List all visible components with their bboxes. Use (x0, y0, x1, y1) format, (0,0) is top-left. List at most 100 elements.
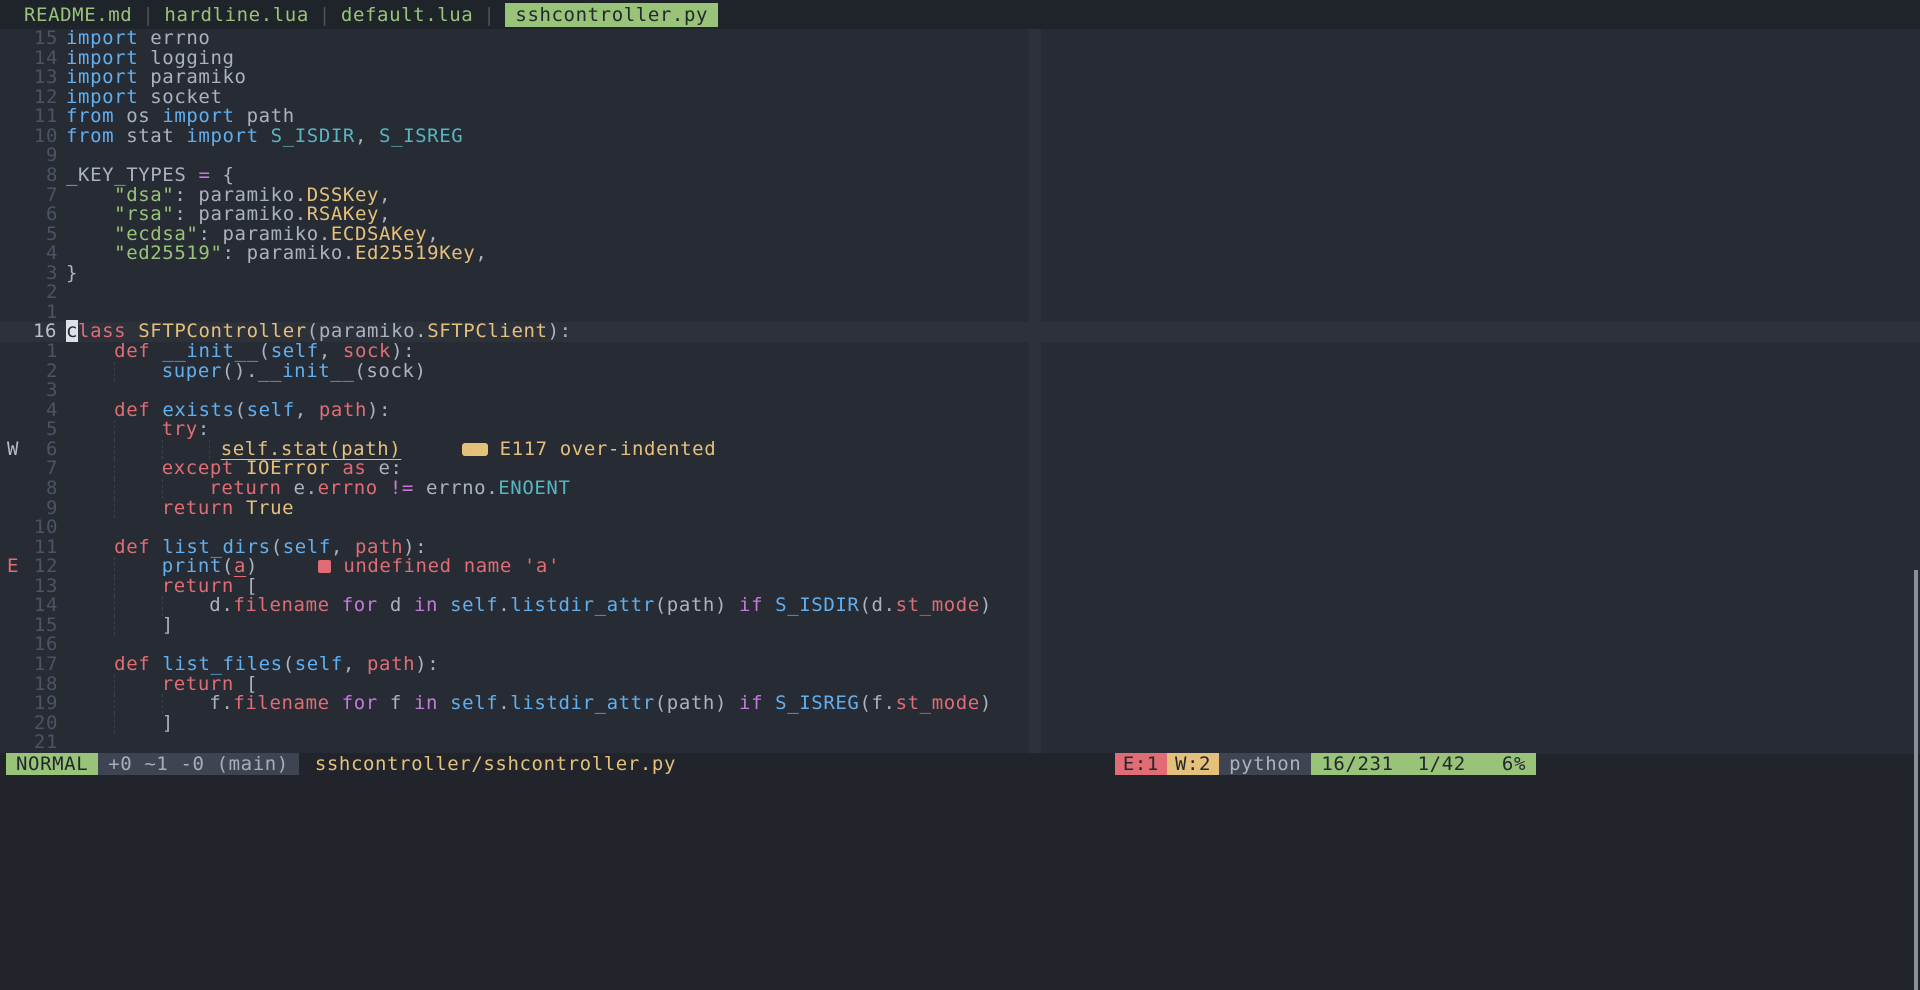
code-token: True (246, 497, 294, 519)
code-token (331, 555, 343, 577)
tabline: README.md|hardline.lua|default.lua|sshco… (0, 0, 1920, 29)
code-line[interactable]: 4 def exists(self, path): (0, 401, 1920, 421)
code-token: self (295, 653, 343, 675)
tab-readme-md[interactable]: README.md (24, 4, 132, 26)
code-token: listdir_attr (510, 692, 654, 714)
code-line[interactable]: 2 (0, 283, 1920, 303)
code-token (330, 692, 342, 714)
filetype-indicator: python (1219, 753, 1311, 775)
statusline-spacer (676, 753, 1115, 775)
command-line-area (0, 775, 1920, 990)
code-token: f (378, 692, 414, 714)
error-count-badge: E:1 (1115, 753, 1167, 775)
code-token (126, 497, 162, 519)
code-token: "ed25519" (114, 242, 222, 264)
code-token: for (342, 692, 378, 714)
code-token (330, 594, 342, 616)
code-token: if (739, 692, 763, 714)
code-token: , (475, 242, 487, 264)
line-number: 6 (33, 205, 58, 225)
code-token: errno (318, 477, 378, 499)
code-area[interactable]: 15import errno14import logging13import p… (0, 29, 1920, 754)
line-number: 10 (33, 518, 58, 538)
code-line[interactable]: 4 "ed25519": paramiko.Ed25519Key, (0, 244, 1920, 264)
code-token (126, 614, 162, 636)
indent-guide (114, 420, 125, 440)
code-token: , (355, 125, 379, 147)
code-token (763, 692, 775, 714)
code-token: if (739, 594, 763, 616)
code-line[interactable]: 19 f.filename for f in self.listdir_attr… (0, 694, 1920, 714)
indent-guide (114, 714, 125, 734)
tab-sshcontroller-py[interactable]: sshcontroller.py (505, 3, 718, 27)
code-token: ): (415, 653, 439, 675)
indent-guide (114, 694, 125, 714)
line-number: 12 (33, 557, 58, 577)
indent-guide (114, 616, 125, 636)
code-token: (). (222, 360, 258, 382)
code-line[interactable]: 21 (0, 733, 1920, 753)
code-token: } (66, 262, 78, 284)
code-line[interactable]: 15 ] (0, 616, 1920, 636)
code-line[interactable]: E12 print(a) undefined name 'a' (0, 557, 1920, 577)
code-line[interactable]: 13import paramiko (0, 68, 1920, 88)
code-token: , (343, 653, 367, 675)
indent-guide (114, 362, 125, 382)
code-token: f. (209, 692, 233, 714)
code-line[interactable]: 14 d.filename for d in self.listdir_attr… (0, 596, 1920, 616)
code-line[interactable]: 17 def list_files(self, path): (0, 655, 1920, 675)
code-line[interactable]: 10from stat import S_ISDIR, S_ISREG (0, 127, 1920, 147)
code-token: filename (233, 594, 329, 616)
line-number: 13 (33, 68, 58, 88)
warning-sign: W (0, 440, 33, 460)
file-path: sshcontroller/sshcontroller.py (315, 753, 676, 775)
code-line[interactable]: 20 ] (0, 714, 1920, 734)
code-token: self (450, 594, 498, 616)
line-number: 8 (33, 166, 58, 186)
cursor-position-indicator: 16/231 1/42 6% (1311, 753, 1536, 775)
code-token: ENOENT (498, 477, 570, 499)
code-line[interactable]: 9 return True (0, 499, 1920, 519)
code-token (66, 614, 114, 636)
code-token: , (295, 399, 319, 421)
code-token (126, 712, 162, 734)
code-line[interactable]: 3} (0, 264, 1920, 284)
code-line[interactable]: 9 (0, 146, 1920, 166)
code-line[interactable]: 2 super().__init__(sock) (0, 362, 1920, 382)
line-number: 17 (33, 655, 58, 675)
code-token: listdir_attr (510, 594, 654, 616)
line-number: 3 (33, 381, 58, 401)
code-token: SFTPClient (427, 320, 547, 342)
indent-guide (114, 557, 125, 577)
code-token (401, 438, 461, 460)
code-token: return (162, 497, 234, 519)
code-text: ] (66, 712, 174, 734)
line-number: 5 (33, 420, 58, 440)
warning-icon (462, 443, 488, 456)
code-token: Ed25519Key (355, 242, 475, 264)
scrollbar-thumb[interactable] (1914, 570, 1918, 990)
line-number: 7 (33, 459, 58, 479)
code-token: != (390, 477, 414, 499)
code-token: ] (162, 614, 174, 636)
code-token (258, 555, 318, 577)
code-line[interactable]: 14import logging (0, 49, 1920, 69)
tab-separator: | (483, 4, 495, 26)
code-token: (path) (655, 692, 739, 714)
code-text: return True (66, 497, 294, 519)
error-sign: E (0, 557, 33, 577)
line-number: 15 (33, 29, 58, 49)
code-token: errno. (414, 477, 498, 499)
line-number: 21 (33, 733, 58, 753)
code-token (66, 360, 114, 382)
code-token: import (186, 125, 258, 147)
code-token: self (450, 692, 498, 714)
tab-default-lua[interactable]: default.lua (341, 4, 473, 26)
code-text: ] (66, 614, 174, 636)
error-icon (318, 560, 331, 573)
code-token: stat (114, 125, 186, 147)
code-line[interactable]: 15import errno (0, 29, 1920, 49)
code-token: self (247, 399, 295, 421)
tab-hardline-lua[interactable]: hardline.lua (164, 4, 308, 26)
mode-indicator: NORMAL (6, 753, 98, 775)
